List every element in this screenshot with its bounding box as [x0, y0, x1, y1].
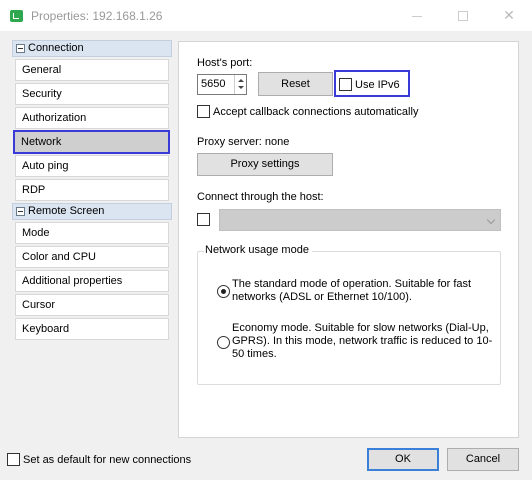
close-button[interactable]: ✕: [486, 0, 532, 31]
callback-label[interactable]: Accept callback connections automaticall…: [213, 106, 418, 118]
economy-mode-label[interactable]: Economy mode. Suitable for slow networks…: [232, 322, 494, 361]
sidebar-item-keyboard[interactable]: Keyboard: [15, 318, 169, 340]
host-port-label: Host's port:: [197, 57, 253, 69]
network-usage-mode-group: [197, 251, 501, 385]
close-icon: ✕: [503, 7, 515, 23]
maximize-icon: [458, 11, 468, 22]
window-title: Properties: 192.168.1.26: [31, 9, 163, 23]
connect-through-label: Connect through the host:: [197, 191, 324, 203]
sidebar-item-mode[interactable]: Mode: [15, 222, 169, 244]
standard-mode-label[interactable]: The standard mode of operation. Suitable…: [232, 278, 487, 304]
proxy-settings-button[interactable]: Proxy settings: [197, 153, 333, 176]
sidebar-item-security[interactable]: Security: [15, 83, 169, 105]
minimize-button[interactable]: [394, 0, 440, 31]
connect-through-host-select[interactable]: [219, 209, 501, 231]
ok-button[interactable]: OK: [367, 448, 439, 471]
proxy-label: Proxy server: none: [197, 136, 290, 148]
set-default-checkbox[interactable]: [7, 453, 20, 466]
maximize-button[interactable]: [440, 0, 486, 31]
spin-down-icon[interactable]: [238, 86, 244, 89]
connect-through-checkbox[interactable]: [197, 213, 210, 226]
standard-mode-radio[interactable]: [217, 285, 230, 298]
collapse-icon[interactable]: [16, 207, 25, 216]
ipv6-checkbox[interactable]: [339, 78, 352, 91]
collapse-icon[interactable]: [16, 44, 25, 53]
host-port-value: 5650: [201, 78, 226, 90]
host-port-spinner[interactable]: 5650: [197, 74, 247, 95]
callback-checkbox[interactable]: [197, 105, 210, 118]
network-usage-mode-label: Network usage mode: [204, 244, 312, 256]
spin-up-icon[interactable]: [238, 79, 244, 82]
app-icon: [10, 10, 23, 22]
reset-button[interactable]: Reset: [258, 72, 333, 96]
sidebar-item-authorization[interactable]: Authorization: [15, 107, 169, 129]
group-remote-screen[interactable]: Remote Screen: [12, 203, 172, 220]
chevron-down-icon: [486, 215, 496, 225]
group-label: Connection: [28, 42, 84, 54]
sidebar-item-additional-properties[interactable]: Additional properties: [15, 270, 169, 292]
sidebar-item-auto-ping[interactable]: Auto ping: [15, 155, 169, 177]
sidebar-item-cursor[interactable]: Cursor: [15, 294, 169, 316]
set-default-label[interactable]: Set as default for new connections: [23, 454, 191, 466]
economy-mode-radio[interactable]: [217, 336, 230, 349]
sidebar-item-color-and-cpu[interactable]: Color and CPU: [15, 246, 169, 268]
sidebar-item-network[interactable]: Network: [13, 130, 170, 154]
spinner-arrows[interactable]: [234, 75, 246, 94]
group-label: Remote Screen: [28, 205, 105, 217]
ipv6-label[interactable]: Use IPv6: [355, 79, 400, 91]
cancel-button[interactable]: Cancel: [447, 448, 519, 471]
minimize-icon: [412, 15, 422, 17]
sidebar-item-rdp[interactable]: RDP: [15, 179, 169, 201]
sidebar-item-general[interactable]: General: [15, 59, 169, 81]
title-bar: Properties: 192.168.1.26 ✕: [0, 0, 532, 31]
group-connection[interactable]: Connection: [12, 40, 172, 57]
